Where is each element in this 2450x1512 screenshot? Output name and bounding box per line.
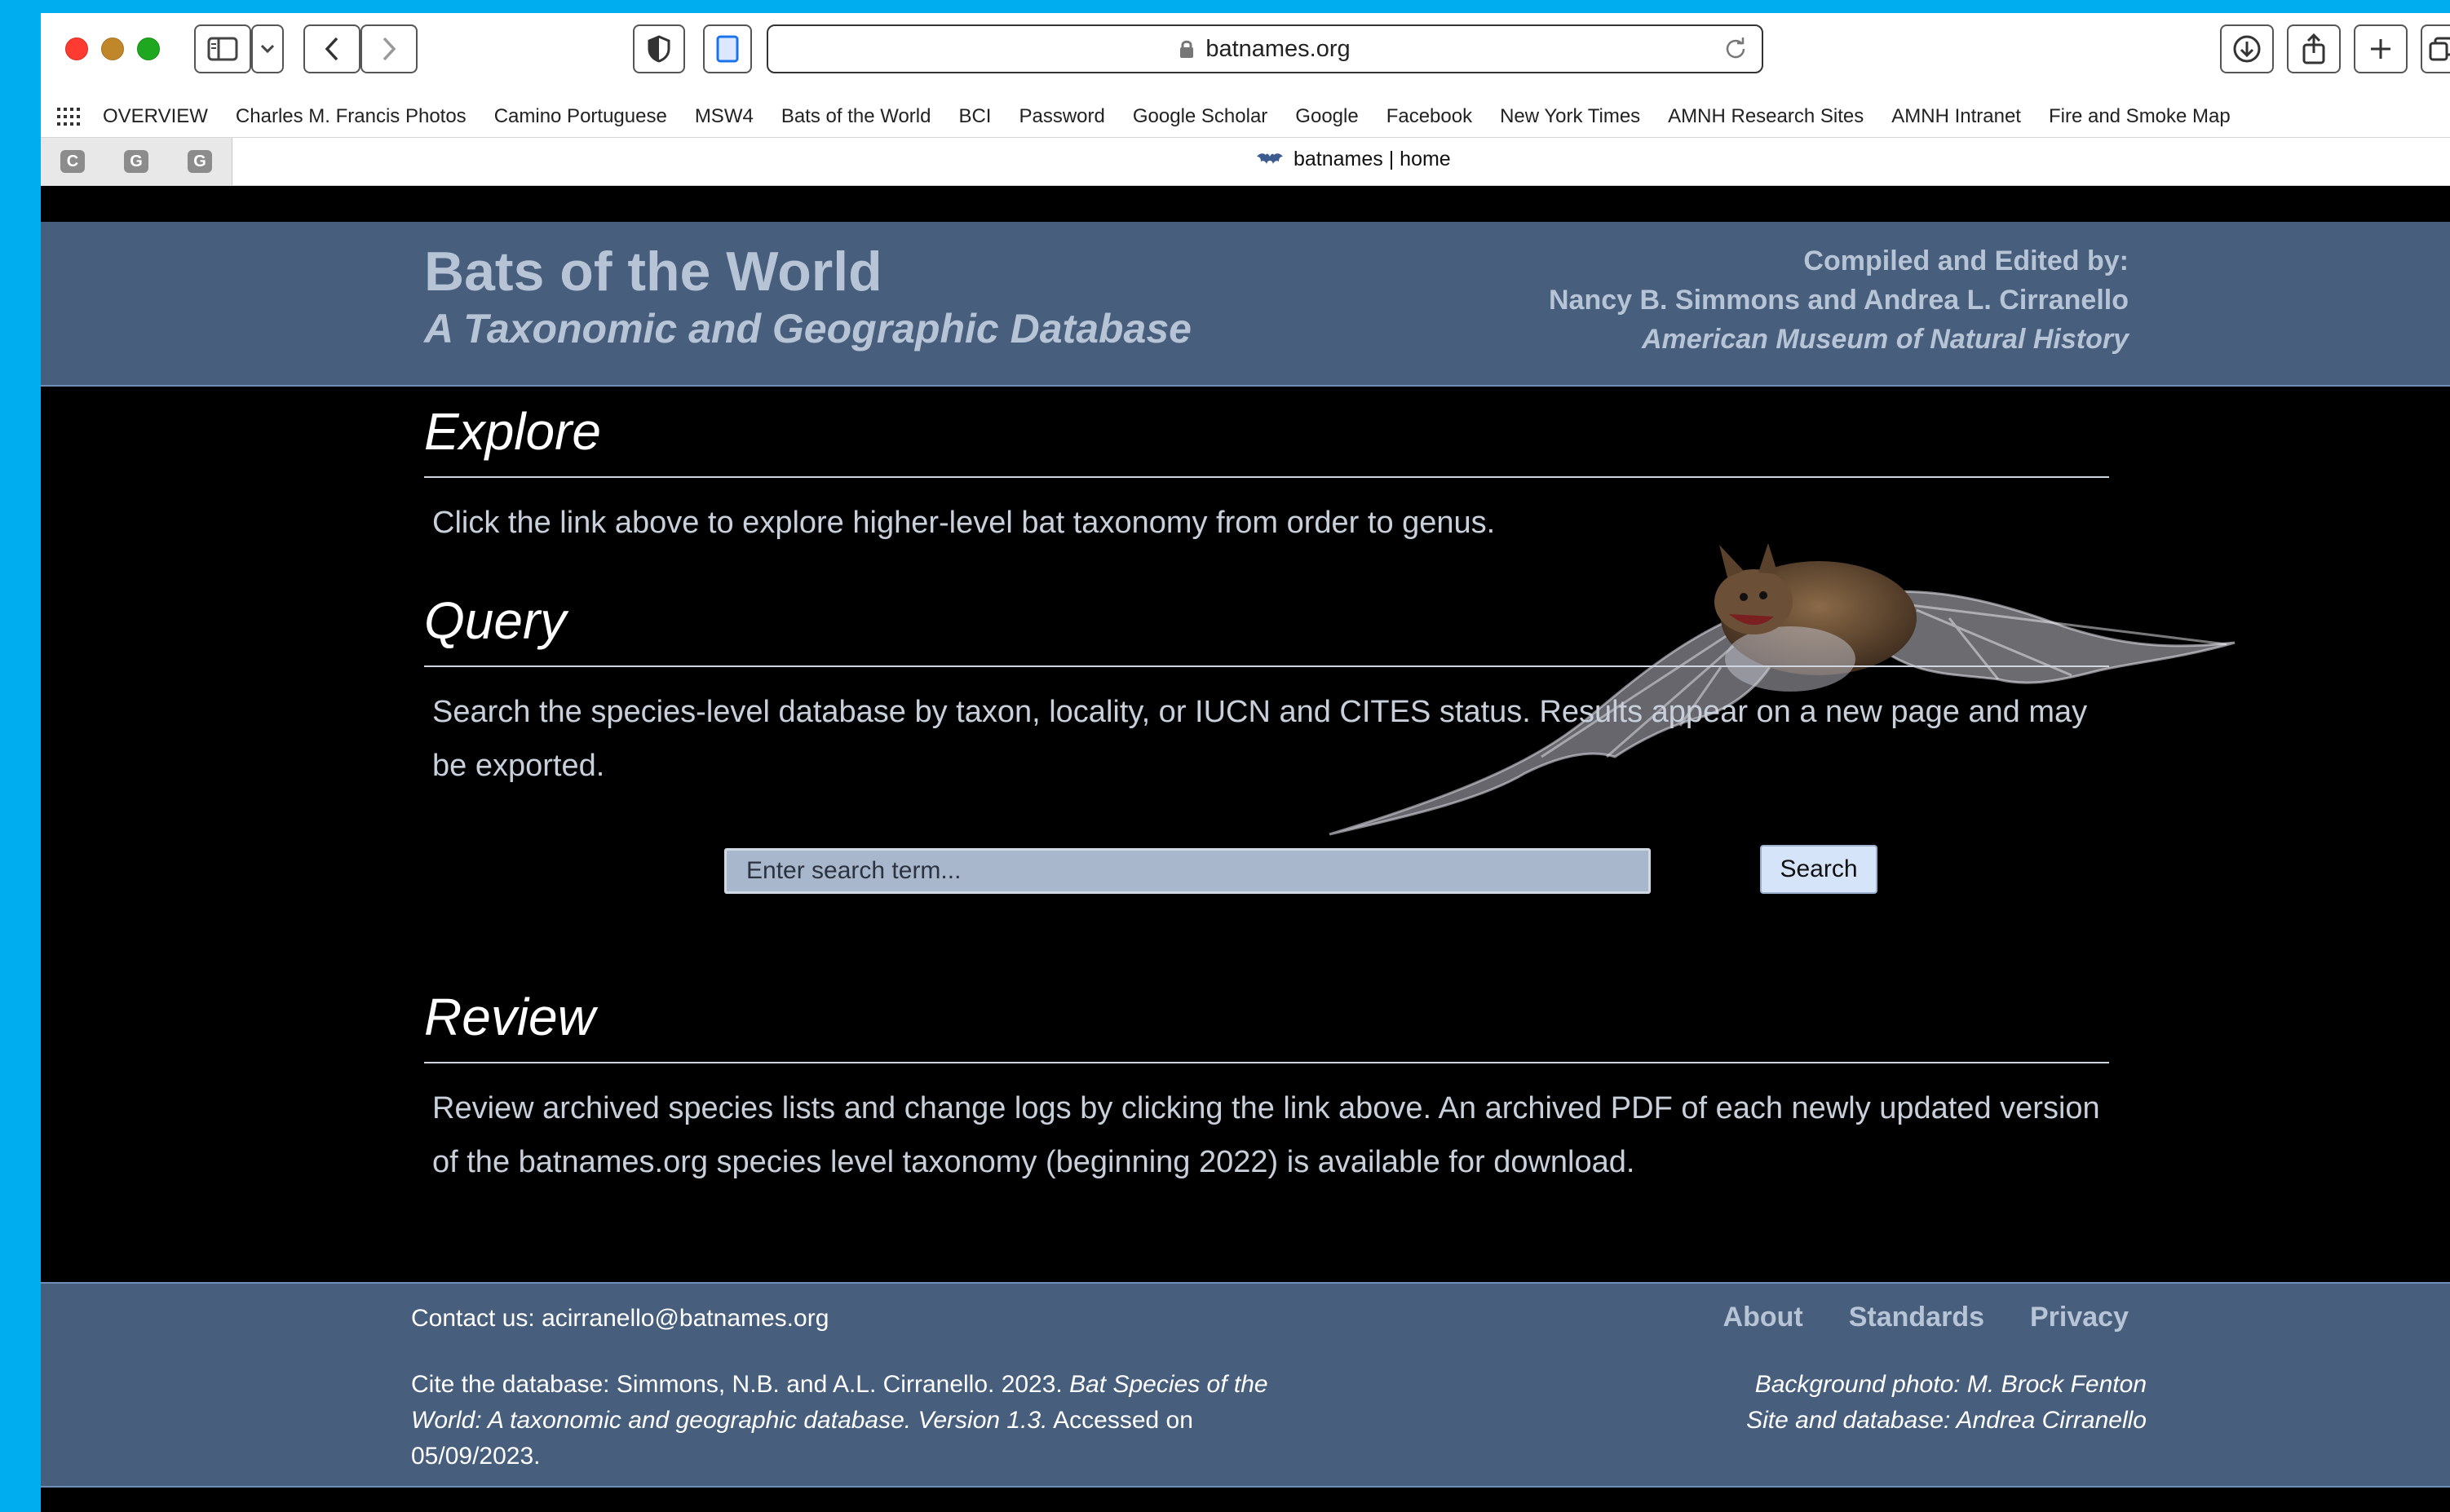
page-icon	[716, 35, 739, 63]
site-credit: Site and database: Andrea Cirranello	[1746, 1407, 2147, 1434]
lock-icon	[1180, 40, 1194, 58]
downloads-button[interactable]	[2220, 24, 2274, 73]
review-heading[interactable]: Review	[424, 987, 595, 1047]
credits-names: Nancy B. Simmons and Andrea L. Cirranell…	[1548, 285, 2129, 316]
chevron-right-icon	[383, 37, 396, 61]
grid-icon[interactable]	[57, 108, 80, 126]
bookmark-overview[interactable]: OVERVIEW	[103, 105, 208, 128]
bookmark-fire-and-smoke-map[interactable]: Fire and Smoke Map	[2049, 105, 2231, 128]
explore-description: Click the link above to explore higher-l…	[432, 506, 1496, 540]
share-icon	[2302, 33, 2325, 64]
bookmark-msw4[interactable]: MSW4	[695, 105, 754, 128]
site-title[interactable]: Bats of the World	[424, 240, 882, 303]
editor-credits: Compiled and Edited by: Nancy B. Simmons…	[1549, 241, 2129, 359]
bookmark-bci[interactable]: BCI	[958, 105, 991, 128]
about-link[interactable]: About	[1723, 1302, 1803, 1333]
search-input[interactable]	[724, 848, 1651, 894]
web-page: Bats of the World A Taxonomic and Geogra…	[41, 186, 2450, 1512]
photo-credit: Background photo: M. Brock Fenton	[1754, 1371, 2147, 1398]
bookmark-charles-francis-photos[interactable]: Charles M. Francis Photos	[236, 105, 467, 128]
standards-link[interactable]: Standards	[1849, 1302, 1984, 1333]
chevron-down-icon	[260, 44, 275, 54]
pinned-tab-2[interactable]: G	[104, 138, 169, 185]
review-description: Review archived species lists and change…	[432, 1091, 2100, 1179]
chevron-left-icon	[325, 37, 338, 61]
credits-heading: Compiled and Edited by:	[1803, 245, 2129, 276]
sidebar-menu-button[interactable]	[251, 24, 284, 73]
sidebar-toggle-button[interactable]	[194, 24, 251, 73]
forward-button[interactable]	[360, 24, 418, 73]
zoom-window-button[interactable]	[137, 38, 160, 60]
query-divider	[424, 665, 2109, 667]
pinned-tab-favicon: G	[124, 150, 148, 173]
site-footer: Contact us: acirranello@batnames.org Cit…	[41, 1282, 2450, 1488]
pinned-tab-1[interactable]: C	[41, 138, 105, 185]
bat-background-photo	[1329, 543, 2236, 836]
review-divider	[424, 1062, 2109, 1063]
privacy-link[interactable]: Privacy	[2030, 1302, 2129, 1333]
active-tab-title: batnames | home	[1294, 148, 1451, 170]
bookmark-bats-of-the-world[interactable]: Bats of the World	[781, 105, 931, 128]
contact-info[interactable]: Contact us: acirranello@batnames.org	[411, 1305, 829, 1333]
reader-button[interactable]	[703, 24, 752, 73]
back-button[interactable]	[303, 24, 360, 73]
privacy-report-button[interactable]	[633, 24, 685, 73]
tab-overview-button[interactable]	[2421, 24, 2450, 73]
bookmark-facebook[interactable]: Facebook	[1386, 105, 1472, 128]
search-button[interactable]: Search	[1760, 845, 1877, 894]
bookmark-amnh-intranet[interactable]: AMNH Intranet	[1891, 105, 2021, 128]
site-header: Bats of the World A Taxonomic and Geogra…	[41, 222, 2450, 387]
site-subtitle: A Taxonomic and Geographic Database	[424, 306, 1192, 351]
bookmark-password[interactable]: Password	[1019, 105, 1104, 128]
query-heading[interactable]: Query	[424, 590, 566, 651]
download-icon	[2233, 35, 2261, 63]
bookmark-amnh-research-sites[interactable]: AMNH Research Sites	[1668, 105, 1864, 128]
tab-bar: C G G batnames | home	[41, 137, 2450, 186]
pinned-tab-3[interactable]: G	[168, 138, 232, 185]
desktop-background-top	[0, 0, 2450, 13]
photo-credits: Background photo: M. Brock Fenton Site a…	[1746, 1367, 2147, 1439]
citation: Cite the database: Simmons, N.B. and A.L…	[411, 1367, 1276, 1474]
address-text: batnames.org	[1205, 35, 1351, 62]
bookmark-new-york-times[interactable]: New York Times	[1500, 105, 1640, 128]
plus-icon	[2371, 39, 2390, 59]
new-tab-button[interactable]	[2354, 24, 2408, 73]
bookmark-camino-portuguese[interactable]: Camino Portuguese	[494, 105, 667, 128]
bookmark-google[interactable]: Google	[1295, 105, 1358, 128]
credits-institution: American Museum of Natural History	[1641, 324, 2129, 355]
reload-icon[interactable]	[1724, 37, 1747, 60]
browser-toolbar: batnames.org OVERVIEW Charles M. Francis…	[41, 13, 2450, 186]
active-tab[interactable]: batnames | home	[1256, 148, 1451, 171]
close-window-button[interactable]	[65, 38, 88, 60]
desktop-background-left	[0, 0, 41, 1512]
footer-links: About Standards Privacy	[1723, 1302, 2129, 1333]
minimize-window-button[interactable]	[101, 38, 124, 60]
bat-favicon-icon	[1257, 153, 1283, 164]
bookmarks-bar: OVERVIEW Charles M. Francis Photos Camin…	[41, 96, 2450, 137]
address-bar[interactable]: batnames.org	[767, 24, 1763, 73]
explore-divider	[424, 476, 2109, 478]
tabs-icon	[2429, 37, 2450, 61]
citation-prefix: Cite the database: Simmons, N.B. and A.L…	[411, 1371, 1070, 1398]
share-button[interactable]	[2287, 24, 2341, 73]
sidebar-icon	[207, 37, 238, 61]
shield-icon	[648, 35, 670, 63]
pinned-tab-favicon: C	[60, 150, 85, 173]
explore-heading[interactable]: Explore	[424, 401, 601, 462]
query-description: Search the species-level database by tax…	[432, 695, 2088, 783]
browser-window: batnames.org OVERVIEW Charles M. Francis…	[41, 13, 2450, 1512]
pinned-tab-favicon: G	[188, 150, 212, 173]
bookmark-google-scholar[interactable]: Google Scholar	[1133, 105, 1267, 128]
